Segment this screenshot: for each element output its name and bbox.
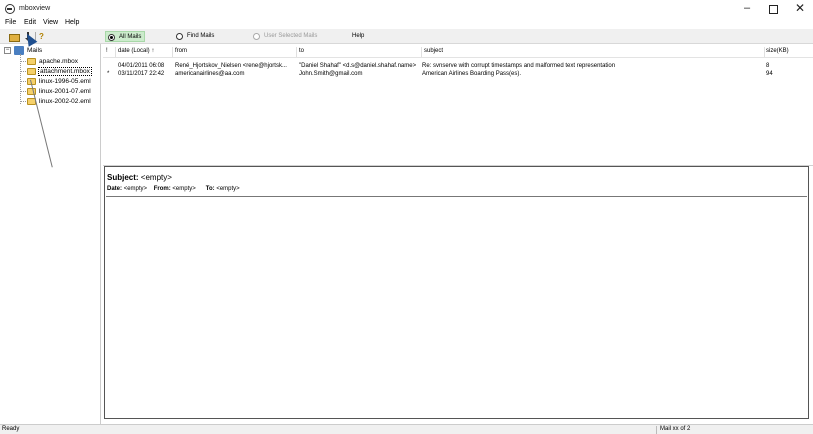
radio-all-mails-label: All Mails xyxy=(119,34,142,40)
mail-subject: Re: svnserve with corrupt timestamps and… xyxy=(422,63,616,69)
status-text: Ready xyxy=(2,426,20,432)
close-button[interactable]: ✕ xyxy=(787,0,813,18)
from-value: <empty> xyxy=(172,186,196,192)
col-from[interactable]: from xyxy=(173,48,187,54)
mail-row[interactable]: 04/01/2011 06:08 René_Hjortskov_Nielsen … xyxy=(103,62,813,70)
radio-selected-icon xyxy=(108,34,115,41)
minimize-button[interactable]: – xyxy=(734,0,760,18)
date-label: Date: xyxy=(107,186,123,192)
title-bar: mboxview – ✕ xyxy=(0,0,813,18)
mail-subject: American Airlines Boarding Pass(es). xyxy=(422,71,522,77)
mail-to: John.Smith@gmail.com xyxy=(299,71,363,77)
mailbox-icon xyxy=(14,46,24,55)
preview-subject: Subject: <empty> xyxy=(107,173,172,182)
maximize-button[interactable] xyxy=(760,0,786,18)
help-link[interactable]: Help xyxy=(352,33,364,39)
col-date[interactable]: date (Local) ↑ xyxy=(116,48,154,54)
mail-size: 94 xyxy=(766,71,773,77)
help-icon[interactable]: ? xyxy=(39,32,49,41)
radio-unselected-icon xyxy=(253,33,260,40)
from-label: From: xyxy=(153,186,171,192)
mail-list-header: ! date (Local) ↑ from to subject size(KB… xyxy=(103,46,813,58)
tree-item-label: attachment.mbox xyxy=(38,67,92,76)
menu-edit[interactable]: Edit xyxy=(24,19,36,26)
subject-value: <empty> xyxy=(140,173,172,182)
mail-counter: Mail xx of 2 xyxy=(660,426,691,432)
col-size[interactable]: size(KB) xyxy=(764,48,789,54)
menu-help[interactable]: Help xyxy=(65,19,79,26)
mail-list: ! date (Local) ↑ from to subject size(KB… xyxy=(103,44,813,165)
radio-unselected-icon xyxy=(176,33,183,40)
menu-view[interactable]: View xyxy=(43,19,58,26)
status-bar: Ready Mail xx of 2 xyxy=(0,424,813,434)
folder-icon xyxy=(27,58,36,65)
radio-find-mails[interactable]: Find Mails xyxy=(174,31,217,42)
mail-date: 03/11/2017 22:42 xyxy=(118,71,165,77)
col-to[interactable]: to xyxy=(297,48,304,54)
col-flag[interactable]: ! xyxy=(104,48,108,54)
subject-label: Subject: xyxy=(107,173,139,182)
tree-item-label: apache.mbox xyxy=(39,58,79,65)
preview-meta: Date: <empty> From: <empty> To: <empty> xyxy=(107,186,240,192)
filter-bar: All Mails Find Mails User Selected Mails… xyxy=(101,29,813,44)
folder-icon xyxy=(27,68,36,75)
radio-all-mails[interactable]: All Mails xyxy=(105,31,146,42)
mail-size: 8 xyxy=(766,63,770,69)
tree-item-label: linux-2002-02.eml xyxy=(39,98,91,105)
col-subject[interactable]: subject xyxy=(422,48,443,54)
tree-root-label: Mails xyxy=(27,47,43,54)
mail-to: "Daniel Shahaf" <d.s@daniel.shahaf.name> xyxy=(299,63,417,69)
window-title: mboxview xyxy=(19,5,51,12)
folder-tree: − Mails apache.mbox attachment.mbox linu… xyxy=(0,44,101,424)
mail-date: 04/01/2011 06:08 xyxy=(118,63,165,69)
to-value: <empty> xyxy=(216,186,240,192)
tree-item-label: linux-1996-05.eml xyxy=(39,78,91,85)
collapse-icon[interactable]: − xyxy=(4,47,11,54)
mail-from: René_Hjortskov_Nielsen <rene@hjortsk... xyxy=(175,63,287,69)
menu-bar: File Edit View Help xyxy=(0,18,813,29)
radio-user-selected-mails[interactable]: User Selected Mails xyxy=(251,31,320,42)
date-value: <empty> xyxy=(123,186,148,192)
mail-from: americanairlines@aa.com xyxy=(175,71,245,77)
mail-flag: * xyxy=(107,71,110,77)
mail-preview: Subject: <empty> Date: <empty> From: <em… xyxy=(104,166,809,419)
preview-header: Subject: <empty> Date: <empty> From: <em… xyxy=(106,168,807,197)
app-icon xyxy=(5,4,15,14)
open-folder-icon[interactable] xyxy=(9,32,20,42)
radio-find-mails-label: Find Mails xyxy=(187,33,215,39)
mail-row[interactable]: * 03/11/2017 22:42 americanairlines@aa.c… xyxy=(103,70,813,78)
toolbar: ? xyxy=(0,29,101,44)
tree-item-label: linux-2001-07.eml xyxy=(39,88,91,95)
menu-file[interactable]: File xyxy=(5,19,16,26)
to-label: To: xyxy=(205,186,215,192)
radio-user-selected-label: User Selected Mails xyxy=(264,33,318,39)
